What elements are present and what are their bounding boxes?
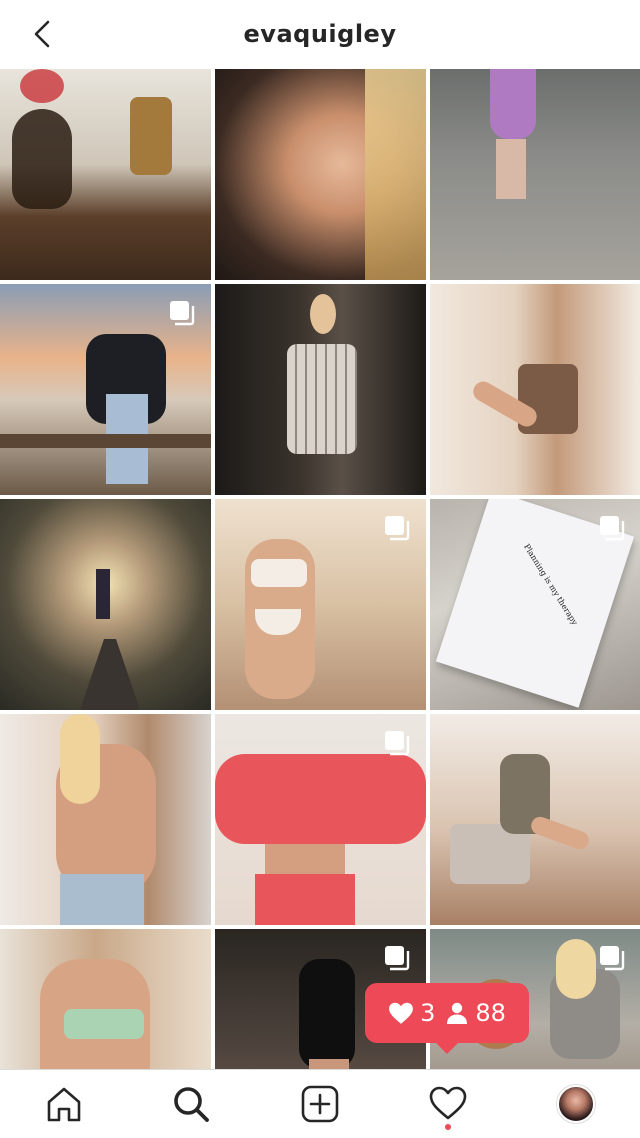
heart-icon <box>389 1002 413 1024</box>
posts-grid: Planning is my therapy <box>0 69 640 1069</box>
tab-home[interactable] <box>44 1084 84 1124</box>
multiple-posts-icon <box>600 946 625 971</box>
post-tile[interactable] <box>215 714 426 925</box>
bikini-top-shape <box>64 1009 144 1039</box>
leggings-shape <box>255 874 355 925</box>
post-tile[interactable] <box>215 284 426 495</box>
post-tile[interactable] <box>215 499 426 710</box>
post-tile[interactable] <box>430 284 640 495</box>
flowers-shape <box>20 69 64 103</box>
post-tile[interactable] <box>0 69 211 280</box>
back-button[interactable] <box>30 18 58 50</box>
activity-notification[interactable]: 3 88 <box>365 983 529 1043</box>
post-tile[interactable]: Planning is my therapy <box>430 499 640 710</box>
multiple-posts-icon <box>385 731 410 756</box>
vase-shape <box>130 97 172 175</box>
bodysuit-shape <box>299 959 355 1069</box>
railing-shape <box>0 434 211 448</box>
tab-search[interactable] <box>171 1084 211 1124</box>
legs-shape <box>309 1059 349 1069</box>
activity-icon <box>429 1086 467 1120</box>
new-post-icon <box>301 1085 339 1123</box>
likes-count-text: 3 <box>420 999 436 1027</box>
profile-avatar[interactable] <box>557 1085 595 1123</box>
jeans-shape <box>60 874 144 925</box>
hair-shape <box>365 69 426 280</box>
home-icon <box>47 1087 81 1122</box>
multiple-posts-icon <box>170 301 195 326</box>
vase-shape <box>12 109 72 209</box>
multiple-posts-icon <box>385 946 410 971</box>
followers-count-text: 88 <box>475 999 506 1027</box>
post-tile[interactable] <box>0 714 211 925</box>
dress-shape <box>490 69 536 139</box>
post-tile[interactable] <box>430 69 640 280</box>
search-icon <box>174 1087 209 1122</box>
multiple-posts-icon <box>385 516 410 541</box>
person-icon <box>447 1002 468 1024</box>
post-tile[interactable] <box>0 499 211 710</box>
likes-count: 3 <box>388 999 435 1027</box>
post-tile[interactable] <box>0 284 211 495</box>
notification-pointer <box>433 1040 461 1054</box>
hair-shape <box>556 939 596 999</box>
chevron-left-icon <box>34 20 50 48</box>
post-tile[interactable] <box>0 929 211 1069</box>
post-tile[interactable] <box>430 714 640 925</box>
post-tile[interactable] <box>215 69 426 280</box>
tab-new-post[interactable] <box>300 1084 340 1124</box>
waist-shape <box>265 844 345 874</box>
blazer-shape <box>287 344 357 454</box>
top-header: evaquigley <box>0 0 640 68</box>
hair-shape <box>60 714 100 804</box>
followers-count: 88 <box>445 999 506 1027</box>
bikini-top-shape <box>251 559 307 587</box>
multiple-posts-icon <box>600 516 625 541</box>
tab-activity[interactable] <box>428 1084 468 1124</box>
bottom-tab-bar <box>0 1069 640 1138</box>
person-shape <box>96 569 110 619</box>
head-shape <box>310 294 336 334</box>
activity-badge <box>445 1124 451 1130</box>
top-shape <box>215 754 426 844</box>
profile-username: evaquigley <box>243 20 397 48</box>
legs-shape <box>496 139 526 199</box>
